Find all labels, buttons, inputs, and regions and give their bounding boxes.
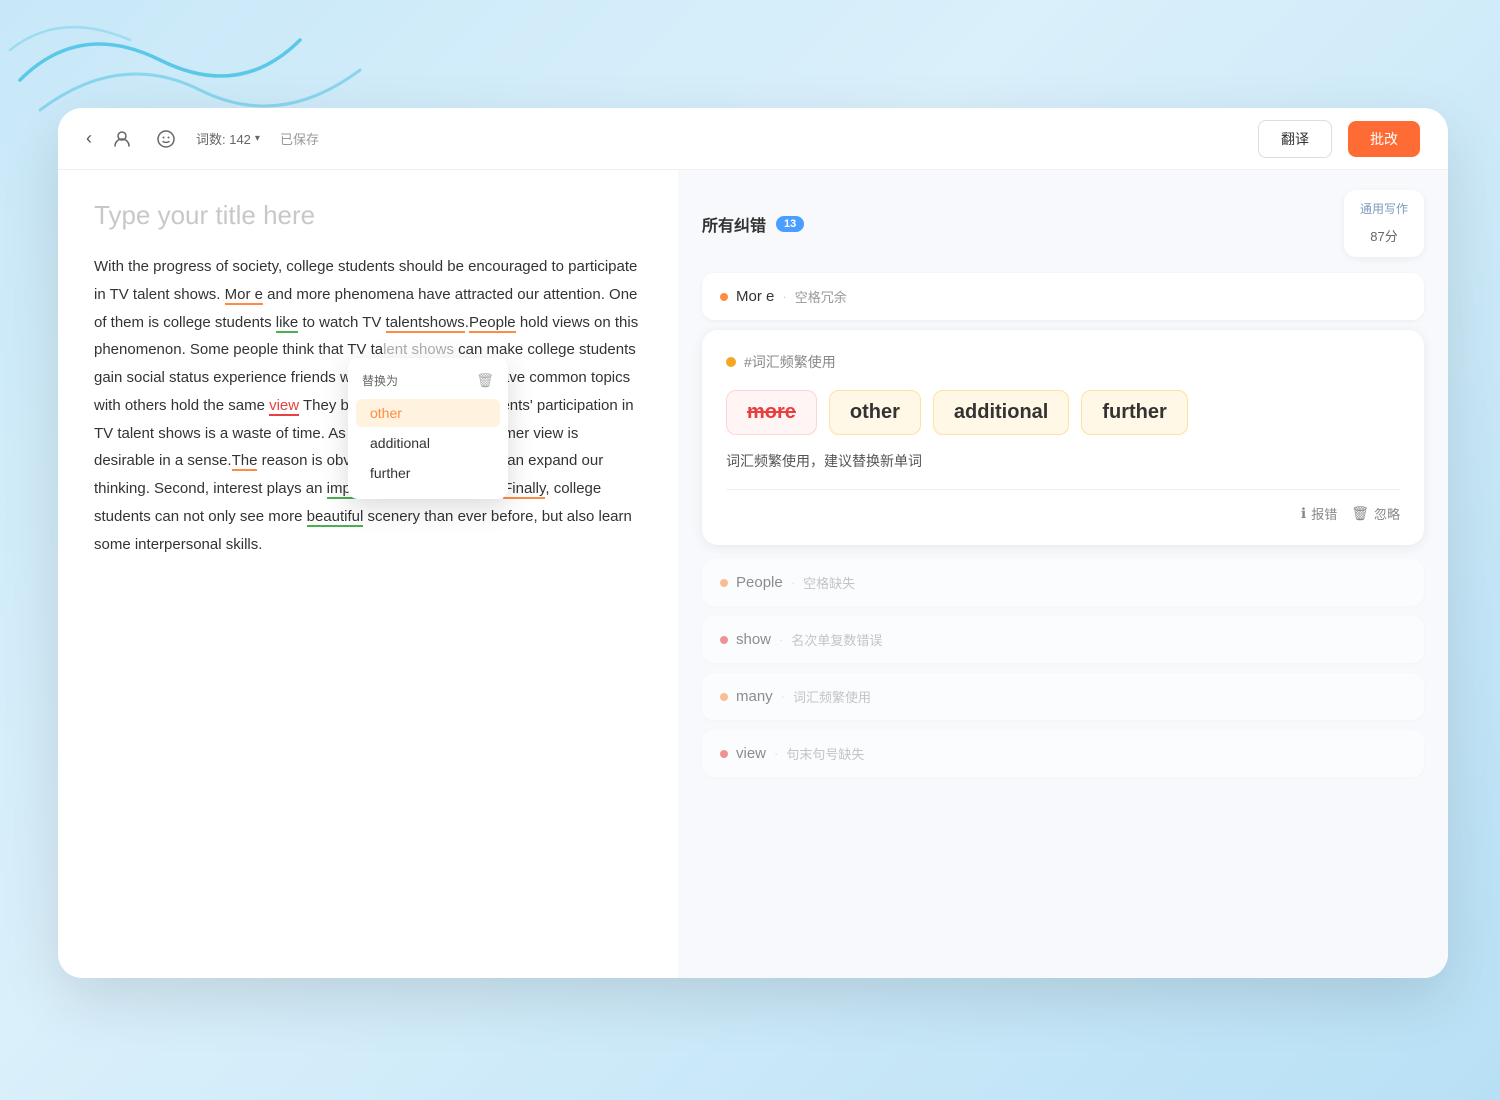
replacement-words: more other additional further — [726, 390, 1400, 435]
content-area: Type your title here With the progress o… — [58, 170, 1448, 978]
error-word: many — [736, 688, 773, 705]
user-icon — [108, 125, 136, 153]
score-label: 通用写作 — [1360, 200, 1408, 217]
popup-header: 替换为 🗑 — [348, 368, 508, 397]
error-item-many[interactable]: many · 词汇频繁使用 — [702, 673, 1424, 720]
word-count[interactable]: 词数: 142 ▾ — [196, 129, 260, 148]
main-window: ‹ 词数: 142 ▾ 已保存 翻译 批改 Type your title he… — [58, 108, 1448, 978]
card-actions: ℹ 报错 🗑 忽略 — [726, 504, 1400, 523]
word-chip-other[interactable]: other — [829, 390, 921, 435]
word-chip-more[interactable]: more — [726, 390, 817, 435]
popup-replace-label: 替换为 — [362, 372, 398, 389]
error-dot — [720, 636, 728, 644]
popup-item-additional[interactable]: additional — [356, 429, 500, 457]
popup-item-further[interactable]: further — [356, 459, 500, 487]
big-error-card: #词汇频繁使用 more other additional further 词汇… — [702, 330, 1424, 545]
suggestion-popup: 替换为 🗑 other additional further — [348, 358, 508, 499]
word-chip-further[interactable]: further — [1081, 390, 1187, 435]
errors-count-badge: 13 — [776, 216, 804, 232]
report-button[interactable]: ℹ 报错 — [1301, 504, 1337, 523]
popup-delete-icon[interactable]: 🗑 — [476, 372, 494, 389]
error-item-more[interactable]: Mor e · 空格冗余 — [702, 273, 1424, 320]
back-button[interactable]: ‹ — [86, 128, 92, 149]
word-chip-additional[interactable]: additional — [933, 390, 1069, 435]
card-tag-dot — [726, 357, 736, 367]
error-type: 名次单复数错误 — [791, 630, 882, 649]
score-value: 87分 — [1360, 221, 1408, 247]
card-description: 词汇频繁使用，建议替换新单词 — [726, 451, 1400, 471]
error-word: view — [736, 745, 766, 762]
error-word: show — [736, 631, 771, 648]
errors-title: 所有纠错 — [702, 212, 766, 236]
error-item-view[interactable]: view · 句末句号缺失 — [702, 730, 1424, 777]
ignore-label: 忽略 — [1374, 504, 1400, 523]
report-label: 报错 — [1311, 504, 1337, 523]
card-tag-text: #词汇频繁使用 — [744, 352, 836, 372]
translate-button[interactable]: 翻译 — [1258, 120, 1332, 158]
emoji-icon — [152, 125, 180, 153]
card-divider — [726, 489, 1400, 490]
error-dot — [720, 579, 728, 587]
error-item-show[interactable]: show · 名次单复数错误 — [702, 616, 1424, 663]
editor-title[interactable]: Type your title here — [94, 200, 642, 231]
card-tag: #词汇频繁使用 — [726, 352, 1400, 372]
editor-panel[interactable]: Type your title here With the progress o… — [58, 170, 678, 978]
error-type: 词汇频繁使用 — [793, 687, 871, 706]
report-icon: ℹ — [1301, 505, 1306, 522]
right-panel: 所有纠错 13 通用写作 87分 Mor e · 空格冗余 — [678, 170, 1448, 978]
error-dot — [720, 750, 728, 758]
proofread-button[interactable]: 批改 — [1348, 121, 1420, 157]
error-word: People — [736, 574, 783, 591]
score-card: 通用写作 87分 — [1344, 190, 1424, 257]
error-type: 空格缺失 — [803, 573, 855, 592]
error-item-people[interactable]: People · 空格缺失 — [702, 559, 1424, 606]
error-type: 空格冗余 — [795, 287, 847, 306]
error-dot — [720, 693, 728, 701]
ignore-icon: 🗑 — [1351, 505, 1369, 522]
error-dot — [720, 293, 728, 301]
ignore-button[interactable]: 🗑 忽略 — [1351, 504, 1400, 523]
error-type: 句末句号缺失 — [786, 744, 864, 763]
saved-status: 已保存 — [280, 129, 319, 148]
error-word: Mor e — [736, 288, 774, 305]
errors-header: 所有纠错 13 通用写作 87分 — [702, 190, 1424, 257]
toolbar: ‹ 词数: 142 ▾ 已保存 翻译 批改 — [58, 108, 1448, 170]
popup-item-other[interactable]: other — [356, 399, 500, 427]
